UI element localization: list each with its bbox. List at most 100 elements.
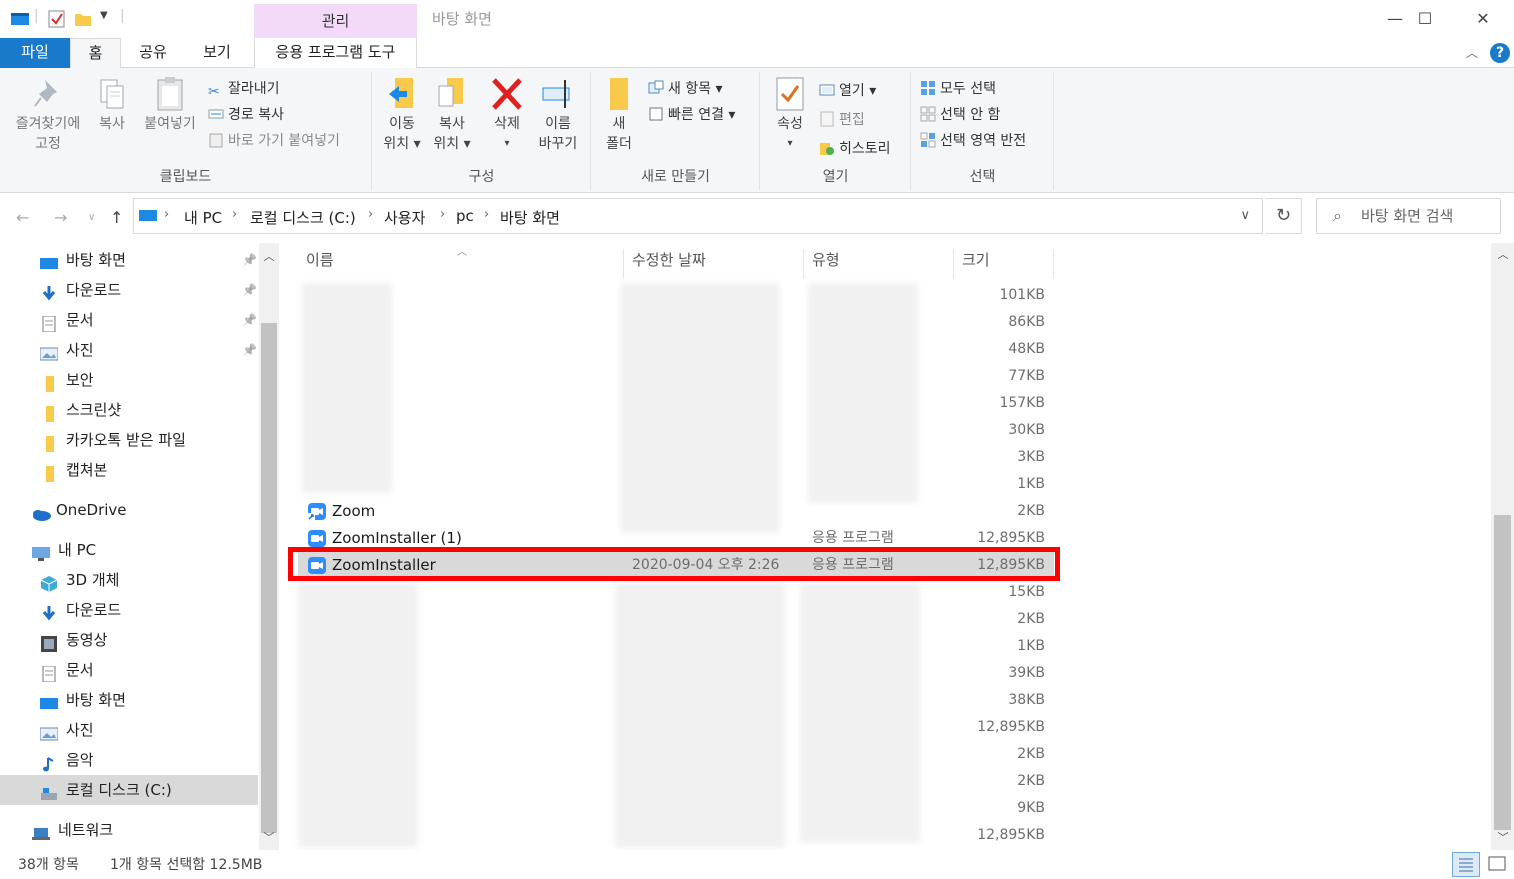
- column-header-type[interactable]: 유형: [804, 249, 954, 279]
- zoom-shortcut-icon: [308, 503, 326, 520]
- manage-contextual-tab[interactable]: 관리: [254, 4, 417, 38]
- close-button[interactable]: ✕: [1454, 0, 1512, 38]
- copy-to-button[interactable]: 복사 위치 ▾: [427, 76, 477, 154]
- crumb-this-pc[interactable]: 내 PC: [184, 207, 222, 228]
- nav-quick-access-item[interactable]: 스크린샷: [0, 395, 258, 425]
- history-label: 히스토리: [839, 141, 891, 157]
- nav-pc-item[interactable]: 동영상: [0, 625, 258, 655]
- back-arrow-icon[interactable]: ←: [16, 208, 29, 227]
- tab-application-tools[interactable]: 응용 프로그램 도구: [254, 38, 417, 69]
- rename-icon: [542, 80, 570, 108]
- nav-pc-item[interactable]: 다운로드: [0, 595, 258, 625]
- nav-onedrive[interactable]: OneDrive: [0, 495, 258, 525]
- move-to-button[interactable]: 이동 위치 ▾: [377, 76, 427, 154]
- copy-button[interactable]: 복사: [90, 76, 134, 134]
- invert-selection-button[interactable]: 선택 영역 반전: [920, 130, 1026, 152]
- nav-quick-access-item[interactable]: 다운로드 📌: [0, 275, 258, 305]
- new-item-button[interactable]: 새 항목 ▾: [648, 78, 723, 100]
- copy-path-button[interactable]: 경로 복사: [208, 104, 284, 126]
- customize-toolbar-icon[interactable]: ▼: [100, 10, 108, 21]
- easy-access-button[interactable]: 빠른 연결 ▾: [648, 104, 735, 126]
- up-arrow-icon[interactable]: ↑: [110, 208, 123, 227]
- address-dropdown-chevron-icon[interactable]: ∨: [1240, 208, 1250, 223]
- scrollbar-thumb[interactable]: [261, 323, 277, 833]
- properties-check-icon[interactable]: [48, 10, 66, 28]
- nav-pc-item[interactable]: 사진: [0, 715, 258, 745]
- pin-to-quick-access-button[interactable]: 즐겨찾기에 고정: [8, 76, 88, 154]
- crumb-desktop[interactable]: 바탕 화면: [500, 207, 560, 228]
- edit-button[interactable]: 편집: [819, 109, 865, 131]
- nav-pc-item[interactable]: 문서: [0, 655, 258, 685]
- breadcrumb[interactable]: › 내 PC › 로컬 디스크 (C:) › 사용자 › pc › 바탕 화면 …: [133, 198, 1263, 234]
- help-icon[interactable]: ?: [1490, 43, 1510, 63]
- collapse-ribbon-icon[interactable]: ︿: [1466, 44, 1482, 61]
- tab-share[interactable]: 공유: [128, 38, 178, 68]
- move-to-label-1: 이동: [389, 116, 415, 132]
- search-box[interactable]: ⌕: [1316, 198, 1501, 234]
- paste-shortcut-button[interactable]: 바로 가기 붙여넣기: [208, 130, 340, 152]
- maximize-button[interactable]: ☐: [1396, 0, 1454, 38]
- nav-item-label: 보안: [66, 371, 94, 389]
- search-input[interactable]: [1361, 199, 1496, 233]
- nav-pc-item[interactable]: 바탕 화면: [0, 685, 258, 715]
- nav-quick-access-item[interactable]: 사진 📌: [0, 335, 258, 365]
- crumb-users[interactable]: 사용자: [384, 207, 425, 228]
- nav-quick-access-item[interactable]: 문서 📌: [0, 305, 258, 335]
- properties-button[interactable]: 속성 ▾: [765, 76, 815, 154]
- file-list-scrollbar[interactable]: ︿ ﹀: [1491, 243, 1514, 850]
- new-folder-icon[interactable]: [74, 10, 92, 28]
- rename-button[interactable]: 이름 바꾸기: [533, 76, 583, 154]
- nav-this-pc[interactable]: 내 PC: [0, 535, 258, 565]
- explorer-window-icon[interactable]: [10, 11, 30, 27]
- pinned-icon: 📌: [242, 343, 257, 357]
- redacted-region: [302, 283, 392, 493]
- select-all-button[interactable]: 모두 선택: [920, 78, 996, 100]
- crumb-separator: ›: [232, 207, 238, 222]
- scroll-down-icon[interactable]: ﹀: [259, 830, 279, 846]
- scroll-up-icon[interactable]: ︿: [259, 249, 279, 265]
- file-size: 2KB: [1017, 773, 1045, 789]
- nav-quick-access-item[interactable]: 캡쳐본: [0, 455, 258, 485]
- delete-button[interactable]: 삭제 ▾: [483, 76, 531, 154]
- new-item-label: 새 항목 ▾: [668, 81, 723, 97]
- scrollbar-thumb[interactable]: [1494, 515, 1511, 830]
- select-all-label: 모두 선택: [940, 81, 996, 97]
- forward-arrow-icon[interactable]: →: [54, 208, 67, 227]
- nav-network[interactable]: 네트워크: [0, 815, 258, 845]
- nav-item-label: 3D 개체: [66, 571, 120, 589]
- large-icons-view-button[interactable]: [1484, 852, 1510, 877]
- open-button[interactable]: 열기 ▾: [819, 80, 876, 102]
- nav-pc-item[interactable]: 음악: [0, 745, 258, 775]
- cut-label: 잘라내기: [228, 81, 280, 97]
- details-view-button[interactable]: [1452, 852, 1480, 877]
- nav-scrollbar[interactable]: ︿ ﹀: [259, 243, 279, 850]
- paste-button[interactable]: 붙여넣기: [138, 76, 202, 134]
- pin-label-2: 고정: [35, 136, 61, 152]
- scroll-down-icon[interactable]: ﹀: [1493, 830, 1513, 846]
- select-group: 모두 선택 선택 안 함 선택 영역 반전 선택: [912, 72, 1054, 190]
- select-none-button[interactable]: 선택 안 함: [920, 104, 1000, 126]
- column-header-size[interactable]: 크기: [954, 249, 1054, 279]
- recent-locations-chevron-icon[interactable]: ∨: [88, 212, 95, 223]
- tab-view[interactable]: 보기: [190, 38, 244, 68]
- copy-path-icon: [208, 109, 224, 119]
- crumb-local-disk[interactable]: 로컬 디스크 (C:): [250, 207, 356, 228]
- crumb-pc[interactable]: pc: [456, 207, 474, 225]
- new-folder-button[interactable]: 새 폴더: [596, 76, 642, 154]
- nav-pc-item[interactable]: 로컬 디스크 (C:): [0, 775, 258, 805]
- history-button[interactable]: 히스토리: [819, 138, 891, 160]
- tab-file[interactable]: 파일: [0, 38, 70, 68]
- tab-home[interactable]: 홈: [70, 38, 121, 69]
- redacted-region: [800, 583, 920, 843]
- nav-quick-access-item[interactable]: 카카오톡 받은 파일: [0, 425, 258, 455]
- column-header-modified[interactable]: 수정한 날짜: [624, 249, 804, 279]
- redacted-region: [615, 583, 785, 848]
- nav-pc-item[interactable]: 3D 개체: [0, 565, 258, 595]
- cut-button[interactable]: ✂ 잘라내기: [208, 78, 280, 100]
- move-to-icon: [389, 78, 413, 108]
- scroll-up-icon[interactable]: ︿: [1493, 247, 1513, 263]
- nav-quick-access-item[interactable]: 바탕 화면 📌: [0, 245, 258, 275]
- select-group-label: 선택: [969, 169, 996, 185]
- nav-quick-access-item[interactable]: 보안: [0, 365, 258, 395]
- refresh-icon[interactable]: ↻: [1266, 198, 1302, 234]
